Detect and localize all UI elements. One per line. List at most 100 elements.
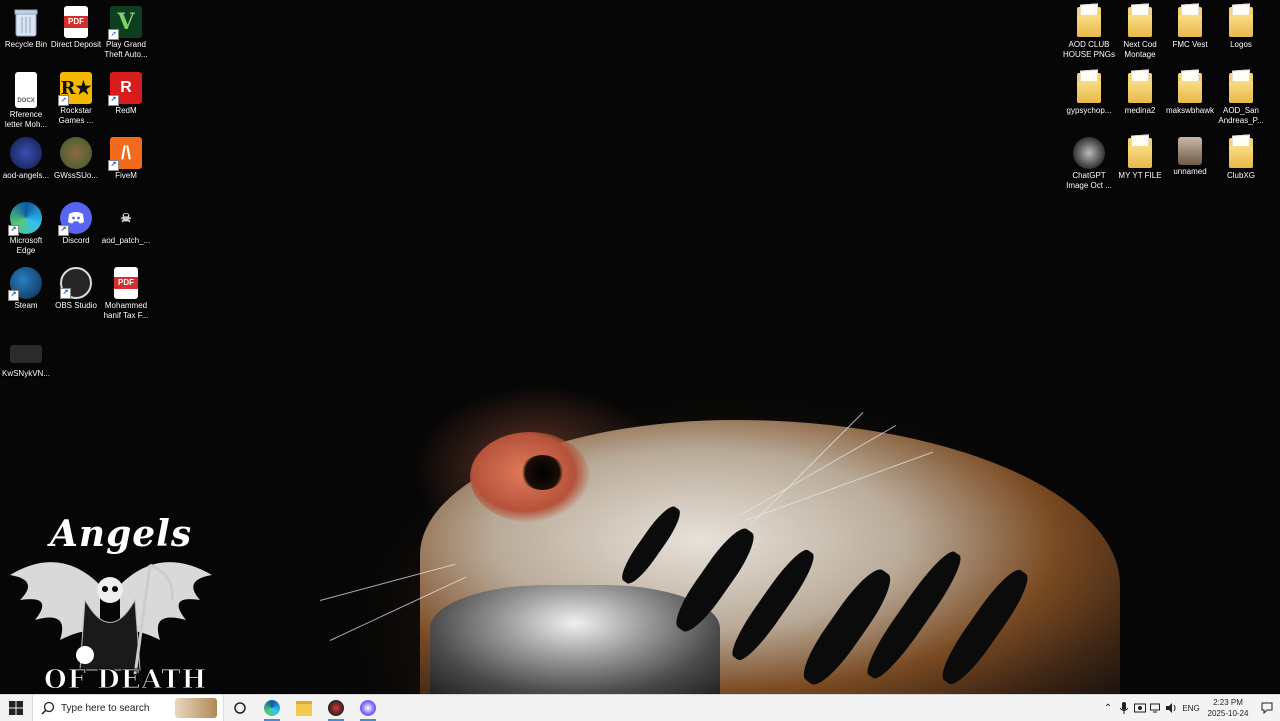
redm-icon: R ↗ [108, 72, 142, 106]
desktop-icon-aod-san-andreas[interactable]: AOD_San Andreas_P... [1215, 72, 1267, 126]
desktop-icon-rockstar[interactable]: R★ ↗ Rockstar Games ... [50, 72, 102, 126]
discord-icon: ↗ [58, 202, 92, 236]
shortcut-arrow-icon: ↗ [58, 95, 69, 106]
desktop-icon-redm[interactable]: R ↗ RedM [100, 72, 152, 116]
clock[interactable]: 2:23 PM 2025-10-24 [1202, 697, 1254, 719]
pdf-file-icon: PDF [114, 267, 138, 299]
volume-icon[interactable] [1164, 695, 1180, 721]
desktop-icon-chatgpt-image[interactable]: ChatGPT Image Oct ... [1063, 137, 1115, 191]
microphone-icon[interactable] [1116, 695, 1132, 721]
desktop-icon-obs[interactable]: ↗ OBS Studio [50, 267, 102, 311]
folder-icon [1124, 6, 1156, 38]
desktop-icon-logos[interactable]: Logos [1215, 6, 1267, 50]
logo-text-of-death: OF DEATH [43, 665, 208, 695]
desktop-icon-aod-patch[interactable]: ☠ aod_patch_... [100, 202, 152, 246]
desktop-icon-fmc-vest[interactable]: FMC Vest [1164, 6, 1216, 50]
edge-icon [264, 700, 280, 716]
clock-date: 2025-10-24 [1207, 709, 1249, 718]
desktop-icon-label: AOD_San Andreas_P... [1218, 106, 1264, 125]
folder-icon [1073, 6, 1105, 38]
desktop-icon-recycle-bin[interactable]: Recycle Bin [0, 6, 52, 50]
desktop-icon-label: AOD CLUB HOUSE PNGs [1063, 40, 1116, 59]
desktop-icon-medina2[interactable]: medina2 [1114, 72, 1166, 116]
desktop-icon-label: Direct Deposit [50, 40, 102, 49]
desktop-icon-edge[interactable]: ↗ Microsoft Edge [0, 202, 52, 256]
desktop-icon-label: RedM [115, 106, 137, 115]
desktop-icon-label: gypsychop... [1066, 106, 1112, 115]
recycle-bin-icon [10, 6, 42, 38]
notification-center-icon[interactable] [1254, 695, 1280, 721]
language-indicator[interactable]: ENG [1180, 704, 1202, 713]
image-file-icon [1178, 137, 1202, 165]
desktop-icon-unnamed[interactable]: unnamed [1164, 137, 1216, 177]
app-icon [360, 700, 376, 716]
desktop-icon-label: medina2 [1124, 106, 1156, 115]
desktop-icon-label: ChatGPT Image Oct ... [1066, 171, 1112, 190]
desktop-icon-label: Next Cod Montage [1123, 40, 1157, 59]
desktop-icon-label: unnamed [1173, 167, 1207, 176]
camera-icon[interactable] [1132, 695, 1148, 721]
desktop-icon-gta[interactable]: V ↗ Play Grand Theft Auto... [100, 6, 152, 60]
desktop-icon-label: Play Grand Theft Auto... [104, 40, 148, 59]
task-view-button[interactable] [224, 695, 256, 721]
image-file-icon [60, 137, 92, 169]
taskbar-search-box[interactable]: Type here to search [32, 695, 224, 721]
shortcut-arrow-icon: ↗ [108, 29, 119, 40]
desktop-icon-my-yt-file[interactable]: MY YT FILE [1114, 137, 1166, 181]
desktop-icon-direct-deposit[interactable]: PDF PDF Direct Deposit [50, 6, 102, 50]
gta-v-icon: V ↗ [108, 6, 142, 40]
desktop-icon-label: Discord [62, 236, 90, 245]
desktop-icon-label: OBS Studio [55, 301, 97, 310]
desktop-icon-gypsychop[interactable]: gypsychop... [1063, 72, 1115, 116]
desktop-icon-fivem[interactable]: /\ ↗ FiveM [100, 137, 152, 181]
desktop-icon-next-cod[interactable]: Next Cod Montage [1114, 6, 1166, 60]
desktop-icon-label: makswbhawk [1165, 106, 1214, 115]
cortana-icon [234, 702, 246, 714]
image-file-icon [1073, 137, 1105, 169]
desktop-icon-label: Steam [14, 301, 38, 310]
desktop[interactable]: Recycle Bin PDF PDF Direct Deposit V ↗ P… [0, 0, 1280, 694]
desktop-icon-makswbhawk[interactable]: makswbhawk [1164, 72, 1216, 116]
search-icon [41, 701, 55, 715]
steam-icon: ↗ [8, 267, 42, 301]
desktop-icon-label: KwSNykVN... [1, 369, 50, 378]
desktop-icon-label: Logos [1230, 40, 1252, 49]
search-placeholder: Type here to search [61, 702, 150, 714]
chevron-up-icon[interactable]: ⌃ [1100, 695, 1116, 721]
taskbar-app-button-2[interactable] [352, 695, 384, 721]
folder-icon [1174, 6, 1206, 38]
desktop-icon-tax-file[interactable]: PDF Mohammed hanif Tax F... [100, 267, 152, 321]
shortcut-arrow-icon: ↗ [8, 225, 19, 236]
taskbar-file-explorer-button[interactable] [288, 695, 320, 721]
folder-icon [1073, 72, 1105, 104]
desktop-icon-aod-club-house[interactable]: AOD CLUB HOUSE PNGs [1063, 6, 1115, 60]
desktop-icon-label: aod-angels... [2, 171, 50, 180]
network-icon[interactable] [1148, 695, 1164, 721]
folder-icon [1174, 72, 1206, 104]
desktop-icon-steam[interactable]: ↗ Steam [0, 267, 52, 311]
desktop-icon-label: Mohammed hanif Tax F... [103, 301, 149, 320]
start-button[interactable] [0, 695, 32, 721]
image-file-icon: ☠ [120, 211, 132, 225]
obs-icon: ↗ [60, 267, 92, 299]
windows-logo-icon [9, 701, 23, 715]
clock-time: 2:23 PM [1213, 698, 1243, 707]
desktop-icon-label: GWssSUo... [53, 171, 98, 180]
desktop-icon-clubxg[interactable]: ClubXG [1215, 137, 1267, 181]
pdf-file-icon: PDF PDF [64, 6, 88, 38]
desktop-icon-kwsnykvn[interactable]: KwSNykVN... [0, 345, 52, 379]
folder-icon [1124, 137, 1156, 169]
desktop-icon-reference-letter[interactable]: DOCX Rference letter Moh... [0, 72, 52, 130]
shortcut-arrow-icon: ↗ [8, 290, 19, 301]
taskbar-edge-button[interactable] [256, 695, 288, 721]
desktop-icon-label: Microsoft Edge [9, 236, 43, 255]
desktop-icon-label: Rockstar Games ... [58, 106, 94, 125]
desktop-icon-label: Rference letter Moh... [4, 110, 48, 129]
desktop-icon-label: MY YT FILE [1118, 171, 1162, 180]
folder-icon [1124, 72, 1156, 104]
taskbar-app-button-1[interactable] [320, 695, 352, 721]
desktop-icon-gwssuo[interactable]: GWssSUo... [50, 137, 102, 181]
folder-icon [1225, 6, 1257, 38]
desktop-icon-aod-angels[interactable]: aod-angels... [0, 137, 52, 181]
desktop-icon-discord[interactable]: ↗ Discord [50, 202, 102, 246]
